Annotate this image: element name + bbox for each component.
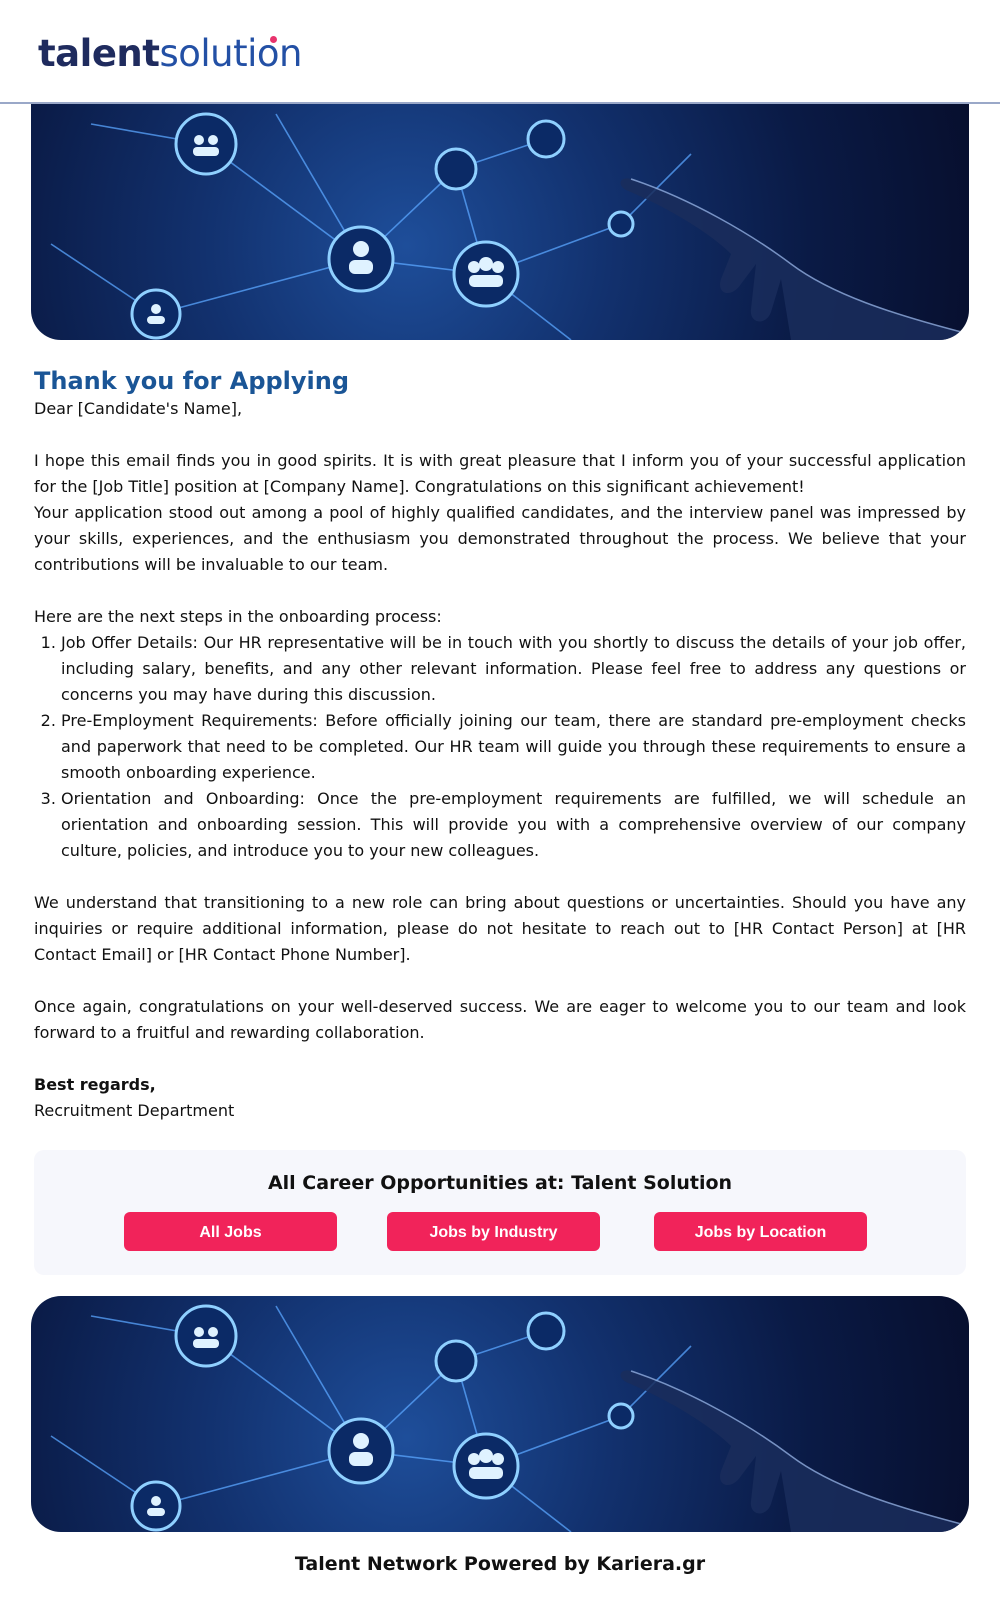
list-item: Orientation and Onboarding: Once the pre… <box>61 786 966 864</box>
steps-list: Job Offer Details: Our HR representative… <box>34 630 966 864</box>
greeting: Dear [Candidate's Name], <box>34 399 243 418</box>
signoff: Best regards, <box>34 1075 156 1094</box>
logo-talent: talent <box>38 32 160 75</box>
jobs-by-industry-button[interactable]: Jobs by Industry <box>387 1212 600 1251</box>
cta-title: All Career Opportunities at: Talent Solu… <box>267 1172 733 1194</box>
letter-title: Thank you for Applying <box>34 367 350 395</box>
all-jobs-button[interactable]: All Jobs <box>124 1212 337 1251</box>
network-illustration <box>50 1304 969 1532</box>
footer-text: Talent Network Powered by Kariera.gr <box>294 1553 706 1575</box>
banner-image-bottom <box>31 1296 969 1532</box>
paragraph-3: We understand that transitioning to a ne… <box>34 893 966 964</box>
logo-solution: solution <box>159 32 302 75</box>
paragraph-4: Once again, congratulations on your well… <box>34 997 966 1042</box>
signature: Recruitment Department <box>34 1101 235 1120</box>
list-item: Job Offer Details: Our HR representative… <box>61 630 966 708</box>
steps-intro: Here are the next steps in the onboardin… <box>34 607 442 626</box>
logo-dot <box>270 36 277 43</box>
paragraph-2: Your application stood out among a pool … <box>34 503 966 574</box>
jobs-by-location-button[interactable]: Jobs by Location <box>654 1212 867 1251</box>
header: talentsolution <box>0 0 1000 104</box>
logo[interactable]: talentsolution <box>38 32 302 75</box>
career-opportunities-panel: All Career Opportunities at: Talent Solu… <box>34 1150 966 1275</box>
paragraph-1: I hope this email finds you in good spir… <box>34 451 966 496</box>
list-item: Pre-Employment Requirements: Before offi… <box>61 708 966 786</box>
letter-content: Thank you for Applying Dear [Candidate's… <box>34 366 966 1124</box>
banner-image-top <box>31 104 969 340</box>
network-illustration <box>50 112 969 340</box>
